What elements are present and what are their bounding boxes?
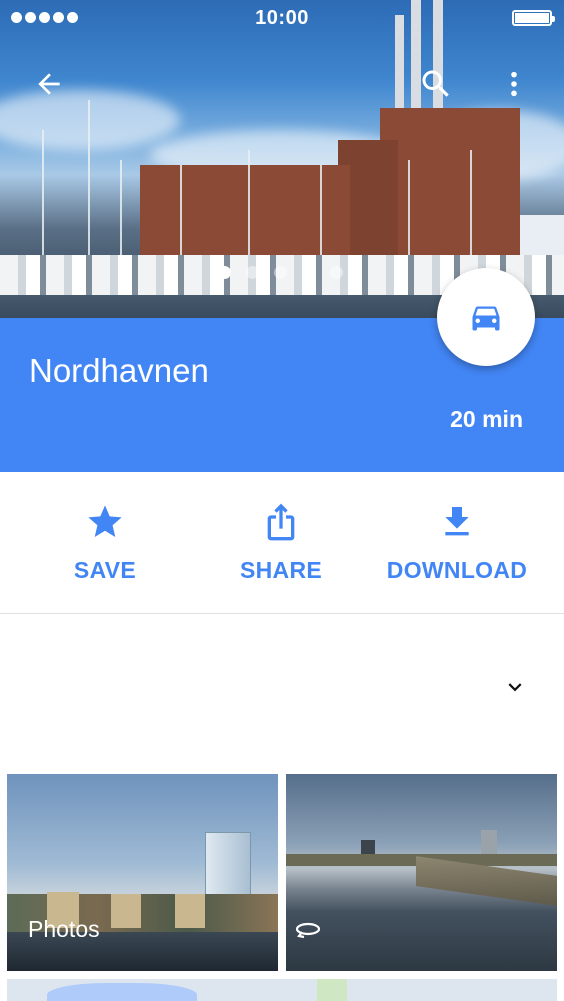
star-icon [88,505,122,537]
arrow-left-icon [38,73,60,95]
directions-button[interactable] [437,268,535,366]
carousel-dot[interactable] [302,266,315,279]
save-label: SAVE [73,557,137,583]
photos-label: Photos [28,916,100,942]
search-button[interactable] [412,60,460,108]
carousel-dot[interactable] [218,266,231,279]
share-label: SHARE [239,557,322,583]
download-icon [445,507,469,536]
carousel-dot[interactable] [330,266,343,279]
360-rotate-icon [295,922,321,939]
map-preview[interactable] [7,979,557,1001]
more-vert-icon [511,71,517,97]
back-button[interactable] [25,60,73,108]
photos-thumbnail[interactable]: Photos [7,774,278,971]
status-time: 10:00 [255,7,309,29]
travel-time: 20 min [450,406,523,432]
search-icon [422,70,449,97]
carousel-indicator [218,266,343,279]
save-button[interactable]: SAVE [45,472,165,614]
carousel-dot[interactable] [274,266,287,279]
place-title: Nordhavnen [29,352,209,389]
status-bar: 10:00 [0,0,564,36]
car-icon [472,306,500,331]
download-label: DOWNLOAD [386,557,528,583]
carousel-dot[interactable] [246,266,259,279]
action-bar: SAVE SHARE DOWNLOAD [0,472,564,614]
street-view-thumbnail[interactable] [286,774,557,971]
share-icon [267,503,295,541]
more-options-button[interactable] [490,60,538,108]
download-button[interactable]: DOWNLOAD [382,472,532,614]
share-button[interactable]: SHARE [221,472,341,614]
expand-button[interactable] [500,674,530,700]
chevron-down-icon [508,683,522,692]
battery-icon [512,10,555,26]
